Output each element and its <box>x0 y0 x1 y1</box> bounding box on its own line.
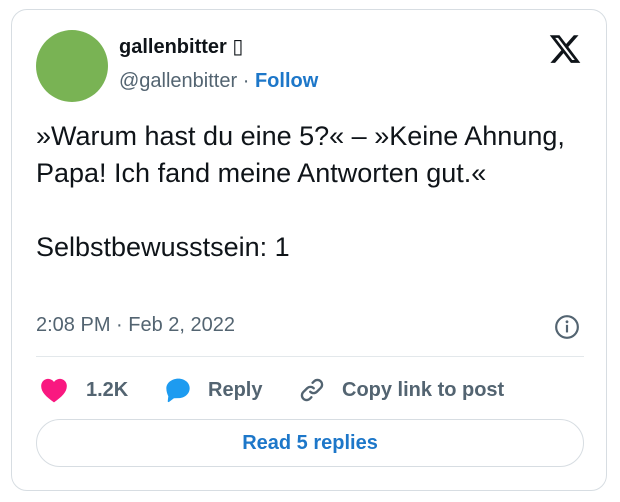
post-text: »Warum hast du eine 5?« – »Keine Ahnung,… <box>36 118 592 266</box>
read-replies-label: Read 5 replies <box>242 431 378 454</box>
embedded-post-card: gallenbitter ▯ @gallenbitter · Follow »W… <box>11 9 607 491</box>
author-name-text: gallenbitter <box>119 36 227 58</box>
author-name[interactable]: gallenbitter ▯ <box>119 34 243 59</box>
copy-link-label: Copy link to post <box>342 378 505 401</box>
post-text-line: Selbstbewusstsein: 1 <box>36 232 290 262</box>
read-replies-button[interactable]: Read 5 replies <box>36 419 584 467</box>
divider <box>36 356 584 357</box>
post-timestamp[interactable]: 2:08 PM · Feb 2, 2022 <box>36 314 235 337</box>
author-name-emoji: ▯ <box>232 36 244 58</box>
copy-link-button[interactable]: Copy link to post <box>298 374 504 406</box>
handle-separator: · <box>242 70 250 92</box>
reply-button[interactable]: Reply <box>164 374 262 406</box>
heart-icon <box>41 378 67 403</box>
info-icon[interactable] <box>554 314 580 340</box>
link-icon <box>300 378 324 402</box>
author-handle[interactable]: @gallenbitter <box>119 70 237 92</box>
like-button[interactable]: 1.2K <box>40 374 128 406</box>
reply-label: Reply <box>208 378 263 401</box>
follow-link[interactable]: Follow <box>255 70 318 92</box>
post-text-line: »Warum hast du eine 5?« – »Keine Ahnung,… <box>36 121 565 188</box>
author-handle-row: @gallenbitter · Follow <box>119 70 318 93</box>
x-logo-icon[interactable] <box>548 32 582 66</box>
like-count: 1.2K <box>86 378 129 401</box>
avatar[interactable] <box>36 30 108 102</box>
reply-bubble-icon <box>166 378 190 403</box>
